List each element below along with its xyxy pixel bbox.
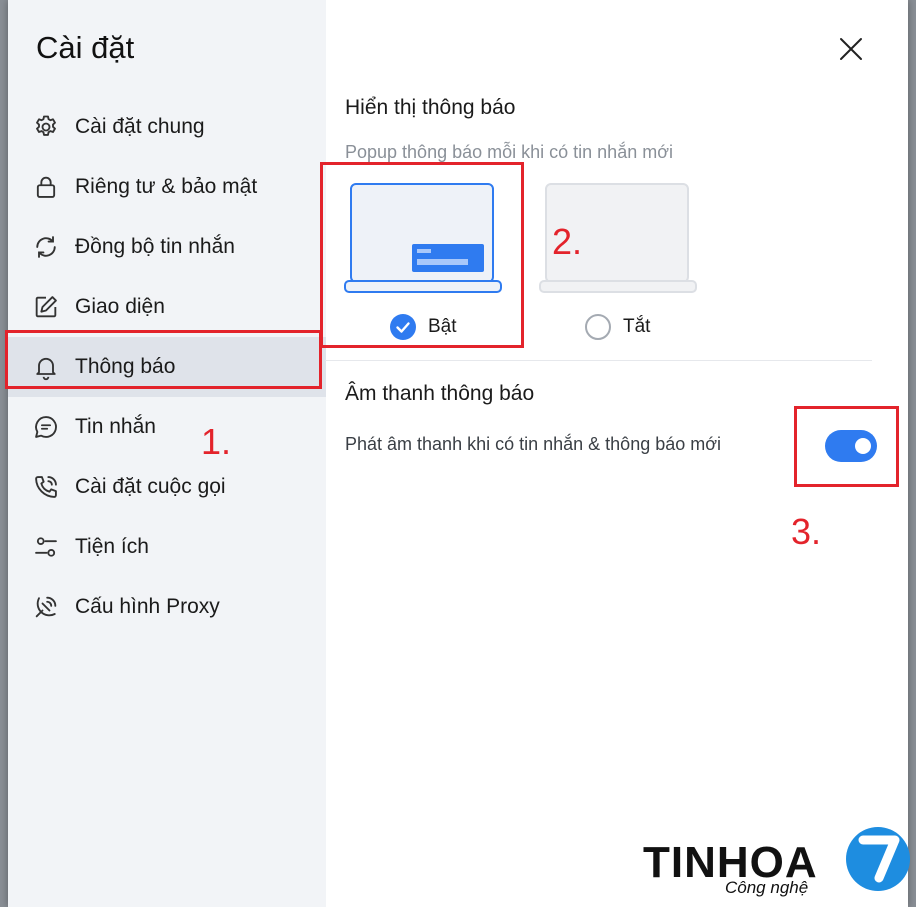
sidebar-item-sync[interactable]: Đồng bộ tin nhắn <box>8 217 326 277</box>
annotation-box-2 <box>320 162 524 348</box>
sidebar-item-messages[interactable]: Tin nhắn <box>8 397 326 457</box>
sidebar-item-privacy[interactable]: Riêng tư & bảo mật <box>8 157 326 217</box>
settings-sidebar: Cài đặt Cài đặt chung Riêng tư & bảo mật… <box>8 0 326 907</box>
sliders-icon <box>32 533 60 561</box>
section-divider <box>325 360 872 361</box>
sidebar-item-label: Riêng tư & bảo mật <box>75 175 258 198</box>
notification-sound-desc: Phát âm thanh khi có tin nhắn & thông bá… <box>345 434 722 454</box>
sidebar-item-calls[interactable]: Cài đặt cuộc gọi <box>8 457 326 517</box>
annotation-number-1: 1. <box>201 421 232 462</box>
radio-off-label: Tắt <box>623 316 651 337</box>
sidebar-title: Cài đặt <box>36 30 135 65</box>
sidebar-item-general[interactable]: Cài đặt chung <box>8 97 326 157</box>
display-notifications-title: Hiển thị thông báo <box>345 96 516 119</box>
sidebar-item-label: Tiện ích <box>75 535 149 558</box>
sidebar-item-proxy[interactable]: Cấu hình Proxy <box>8 577 326 637</box>
proxy-icon <box>32 593 60 621</box>
radio-off[interactable]: Tắt <box>585 314 650 340</box>
brand-7-icon <box>843 824 913 894</box>
watermark-logo: TINHOA Công nghệ <box>643 820 910 900</box>
phone-icon <box>32 473 60 501</box>
sidebar-item-label: Giao diện <box>75 295 165 318</box>
gear-icon <box>32 113 60 141</box>
sidebar-item-label: Đồng bộ tin nhắn <box>75 235 235 258</box>
close-button[interactable] <box>836 34 866 64</box>
display-notifications-desc: Popup thông báo mỗi khi có tin nhắn mới <box>345 142 674 162</box>
radio-empty-icon <box>585 314 611 340</box>
chat-icon <box>32 413 60 441</box>
sync-icon <box>32 233 60 261</box>
edit-icon <box>32 293 60 321</box>
sidebar-item-label: Cài đặt cuộc gọi <box>75 475 226 498</box>
sidebar-item-appearance[interactable]: Giao diện <box>8 277 326 337</box>
sidebar-item-label: Cài đặt chung <box>75 115 205 138</box>
sidebar-item-label: Tin nhắn <box>75 415 156 438</box>
annotation-box-3 <box>794 406 899 487</box>
annotation-number-3: 3. <box>791 511 822 552</box>
sidebar-item-label: Cấu hình Proxy <box>75 595 220 618</box>
close-icon <box>836 38 866 68</box>
lock-icon <box>32 173 60 201</box>
annotation-box-1 <box>5 330 322 389</box>
notification-sound-title: Âm thanh thông báo <box>345 382 535 405</box>
watermark-sub: Công nghệ <box>725 878 809 897</box>
sidebar-item-utilities[interactable]: Tiện ích <box>8 517 326 577</box>
annotation-number-2: 2. <box>552 221 583 262</box>
